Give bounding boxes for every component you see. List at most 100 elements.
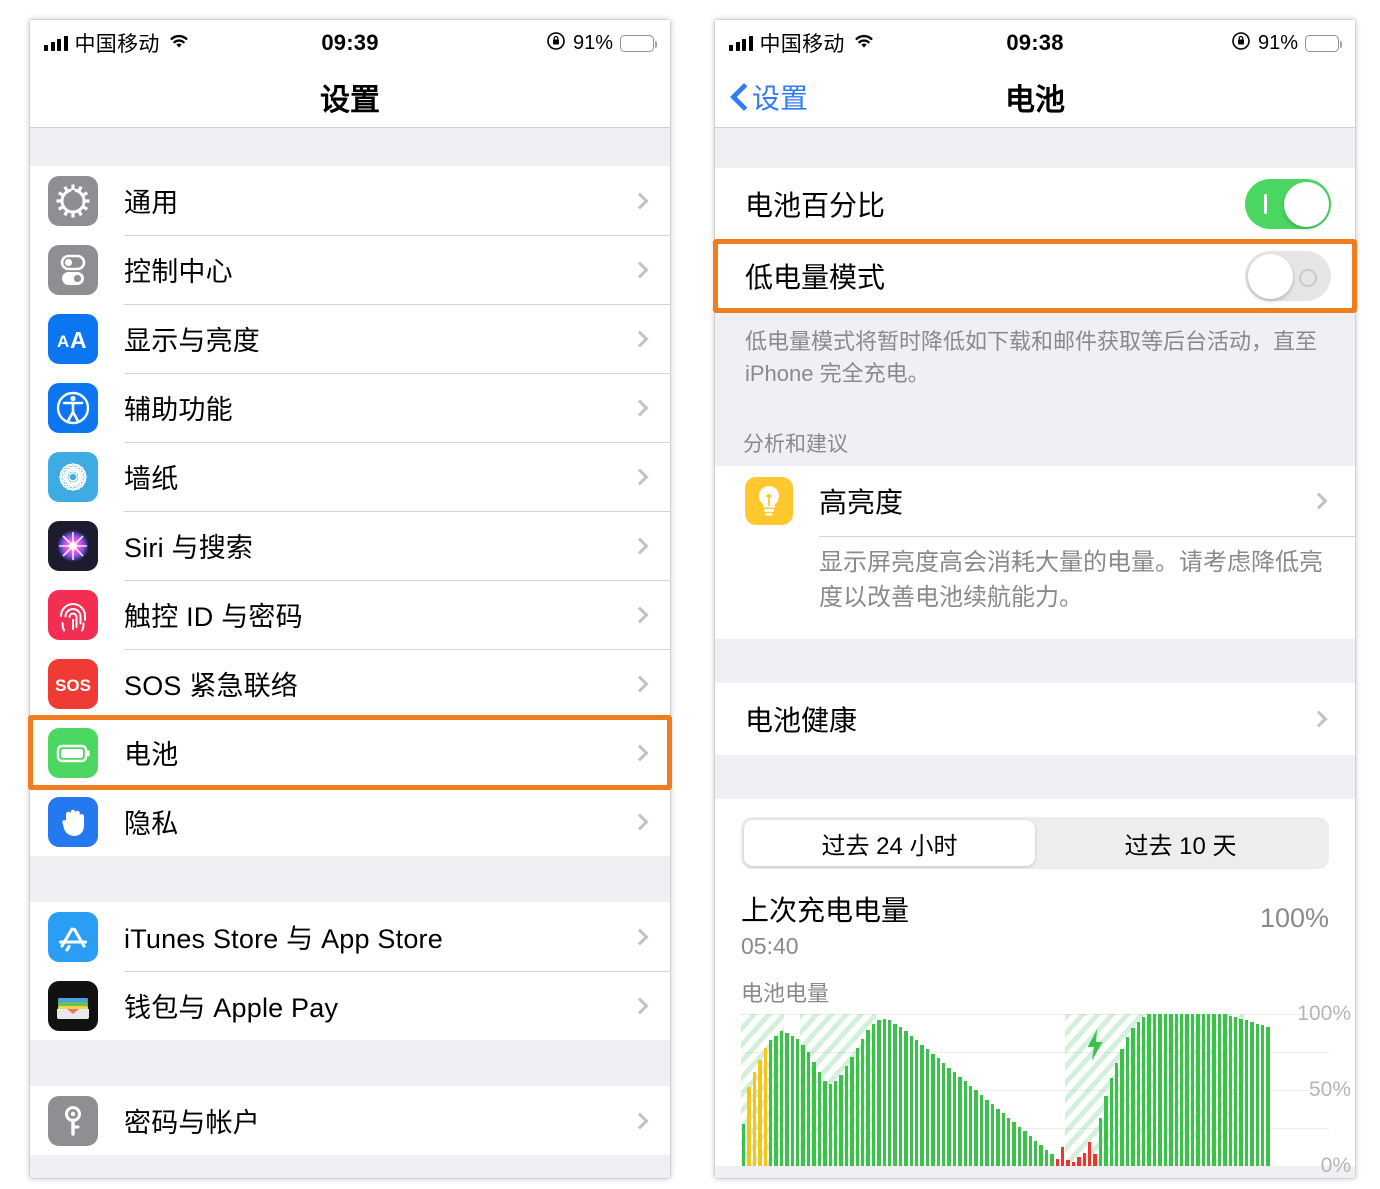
sidebar-item-2-g0[interactable]: A A 显示与亮度 [30,304,670,373]
battery-percent-label: 91% [572,31,613,54]
svg-text:A: A [70,327,87,353]
chart-bar [1158,1014,1162,1167]
chart-bar [844,1066,849,1167]
chart-bar [833,1081,838,1167]
svg-text:SOS: SOS [55,676,91,695]
chevron-right-icon [631,813,649,830]
chart-bar [1033,1140,1038,1167]
sidebar-item-9-g0[interactable]: 隐私 [30,787,670,856]
toggle-group: 电池百分比 低电量模式 [715,168,1355,312]
app-store-icon [48,911,98,962]
chevron-left-icon [731,83,747,111]
chart-bar [1115,1063,1119,1167]
battery-health-group: 电池健康 [715,683,1355,756]
chart-bar [866,1029,870,1167]
chart-bar [1104,1096,1108,1167]
chart-bar [860,1038,865,1167]
chart-bars [741,1014,1271,1167]
settings-row-label: iTunes Store 与 App Store [124,924,443,954]
battery-health-row[interactable]: 电池健康 [715,683,1355,756]
suggestion-row-high-brightness[interactable]: 高亮度 [715,465,1355,536]
battery-settings-content[interactable]: 电池百分比 低电量模式 低电量模式将暂时降低如下载和邮件获取等后台活动，直至 iPh… [715,128,1355,1178]
chart-bar [963,1081,968,1167]
chart-bar [801,1044,805,1167]
chart-bar [909,1035,913,1167]
sidebar-item-7-g0[interactable]: SOS SOS 紧急联络 [30,649,670,718]
settings-row-label: 通用 [124,188,179,218]
segment-option-0[interactable]: 过去 24 小时 [744,820,1035,867]
chart-bar [1244,1020,1249,1167]
chart-bar [747,1087,751,1167]
group-separator [30,1040,670,1086]
sidebar-item-1-g0[interactable]: 控制中心 [30,235,670,304]
chevron-right-icon [631,399,649,416]
segment-option-1[interactable]: 过去 10 天 [1035,820,1326,866]
chart-bar [1060,1146,1065,1167]
settings-list[interactable]: 通用 控制中心 A A 显示与亮度 辅助功能 墙纸 Siri 与搜索 触控 ID 与密码 SOS S… [30,128,670,1178]
toggle-row-0[interactable]: 电池百分比 [715,168,1355,240]
sidebar-item-6-g0[interactable]: 触控 ID 与密码 [30,580,670,649]
chart-bar [936,1058,941,1167]
toggle-row-1[interactable]: 低电量模式 [715,240,1355,312]
chart-bar [882,1018,886,1167]
chart-bar [1174,1014,1178,1167]
chart-bar [1093,1154,1097,1167]
chart-bar [1142,1017,1146,1167]
usage-group: 过去 24 小时 过去 10 天上次充电电量 05:40 100% 电池电量 100% 50… [715,799,1355,1177]
chart-bar [1163,1014,1168,1167]
low-power-mode-note: 低电量模式将暂时降低如下载和邮件获取等后台活动，直至 iPhone 完全充电。 [715,312,1355,412]
chevron-right-icon [631,468,649,485]
sidebar-item-5-g0[interactable]: Siri 与搜索 [30,511,670,580]
chart-bar [1223,1014,1227,1167]
last-charge-time: 05:40 [741,933,799,960]
sidebar-item-0-g0[interactable]: 通用 [30,166,670,235]
svg-text:A: A [57,332,69,351]
chevron-right-icon [631,1112,649,1129]
chart-bar [985,1099,989,1167]
sidebar-item-0-g2[interactable]: 密码与帐户 [30,1086,670,1155]
chart-bar [1261,1025,1265,1167]
sidebar-item-0-g1[interactable]: iTunes Store 与 App Store [30,902,670,971]
chart-bar [1017,1126,1022,1167]
sidebar-item-3-g0[interactable]: 辅助功能 [30,373,670,442]
settings-group: 密码与帐户 [30,1086,670,1155]
chevron-right-icon [1310,710,1328,728]
sidebar-item-1-g1[interactable]: 钱包与 Apple Pay [30,971,670,1040]
chart-bar [1239,1018,1243,1167]
chevron-right-icon [631,261,649,278]
accessibility-icon [48,382,98,433]
battery-icon [48,727,98,778]
settings-row-label: SOS 紧急联络 [124,671,299,701]
low-power-mode-toggle[interactable] [1245,251,1331,301]
back-button[interactable]: 设置 [731,77,808,117]
chart-bar [1217,1014,1222,1167]
last-charge-row: 上次充电电量 05:40 100% [715,875,1355,967]
chart-gridline [741,1166,1329,1168]
time-range-segmented-control[interactable]: 过去 24 小时 过去 10 天 [715,799,1355,876]
chart-bar [1071,1161,1076,1167]
suggestions-group: 高亮度 显示屏亮度高会消耗大量的电量。请考虑降低亮度以改善电池续航能力。 [715,465,1355,640]
chevron-right-icon [1310,492,1328,510]
settings-group: iTunes Store 与 App Store 钱包与 Apple Pay [30,902,670,1040]
sidebar-item-4-g0[interactable]: 墙纸 [30,442,670,511]
chart-title: 电池电量 [741,981,830,1007]
back-button-label: 设置 [752,82,809,114]
nav-bar-left: 设置 [30,66,670,128]
chart-bar [915,1040,919,1167]
settings-group: 通用 控制中心 A A 显示与亮度 辅助功能 墙纸 Siri 与搜索 触控 ID 与密码 SOS S… [30,166,670,856]
chevron-right-icon [631,997,649,1014]
battery-icon [1305,34,1343,52]
group-separator [715,755,1355,800]
chevron-right-icon [631,675,649,692]
chart-y-axis-label: 0% [1320,1154,1351,1178]
chart-bar [1255,1023,1259,1167]
sidebar-item-8-g0[interactable]: 电池 [30,718,670,787]
chart-bar [1050,1154,1054,1167]
content-top-gap [715,128,1355,168]
nav-bar-right: 设置 电池 [715,66,1355,128]
battery-percentage-toggle[interactable] [1245,179,1331,229]
chart-bar [855,1047,859,1167]
chart-bar [1131,1028,1135,1167]
chart-bar [893,1023,897,1167]
chart-bar [1088,1142,1092,1167]
